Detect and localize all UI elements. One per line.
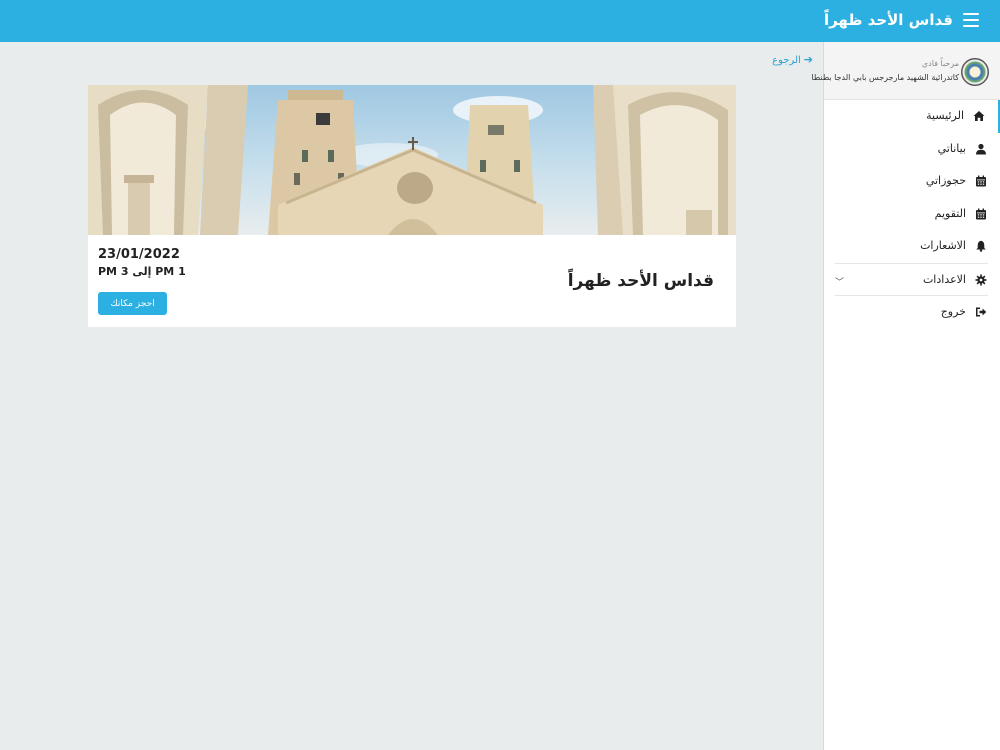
event-details: قداس الأحد ظهراً 23/01/2022 1 PM إلى 3 P… — [88, 235, 736, 327]
sidebar-item-notifications[interactable]: الاشعارات — [824, 230, 1000, 263]
sign-out-icon — [976, 307, 987, 317]
chevron-down-icon[interactable]: ﹀ — [835, 275, 844, 288]
sidebar-item-label: خروج — [940, 305, 966, 318]
back-link[interactable]: ➔الرجوع — [772, 53, 813, 66]
sidebar-item-calendar[interactable]: التقويم — [824, 198, 1000, 231]
event-date: 23/01/2022 — [98, 247, 180, 262]
menu-icon[interactable] — [963, 13, 979, 27]
profile-header: مرحباً فادي كاتدرائية الشهيد مارجرجس باب… — [811, 42, 1000, 100]
sidebar-item-bookings[interactable]: حجوزاتي — [824, 165, 1000, 198]
sidebar-menu: الرئيسية بياناتي حجوزاتي التقويم الاشعار… — [824, 100, 1000, 328]
sidebar-item-logout[interactable]: خروج — [835, 295, 988, 328]
sidebar-item-label: الرئيسية — [926, 109, 964, 122]
church-logo-avatar — [961, 58, 989, 86]
sidebar-item-label: بياناتي — [937, 141, 966, 155]
sidebar-item-label: حجوزاتي — [925, 174, 966, 187]
back-link-label: الرجوع — [772, 55, 801, 66]
sidebar-item-home[interactable]: الرئيسية — [824, 100, 1000, 133]
home-icon — [973, 111, 985, 121]
page-title: قداس الأحد ظهراً — [823, 11, 953, 29]
event-time: 1 PM إلى 3 PM — [98, 265, 186, 278]
greeting-text: مرحباً فادي — [921, 59, 959, 68]
calendar-icon — [976, 208, 986, 219]
arrow-right-icon: ➔ — [803, 53, 813, 66]
church-name: كاتدرائية الشهيد مارجرجس بابي الدجا بطنط… — [811, 73, 959, 82]
gear-icon — [975, 274, 987, 285]
event-title: قداس الأحد ظهراً — [567, 271, 714, 291]
calendar-icon — [976, 175, 986, 187]
church-illustration — [88, 85, 736, 235]
book-seat-button[interactable]: احجز مكانك — [98, 292, 167, 315]
user-icon — [976, 143, 986, 154]
sidebar-item-label: التقويم — [934, 206, 966, 220]
top-bar: قداس الأحد ظهراً — [0, 0, 1000, 42]
church-banner-image — [88, 85, 736, 235]
sidebar-item-settings[interactable]: الاعدادات ﹀ — [835, 262, 988, 296]
sidebar-item-label: الاعدادات — [922, 272, 966, 286]
bell-icon — [976, 240, 986, 252]
event-card: قداس الأحد ظهراً 23/01/2022 1 PM إلى 3 P… — [88, 85, 736, 327]
sidebar-item-profile[interactable]: بياناتي — [824, 133, 1000, 166]
sidebar-item-label: الاشعارات — [920, 239, 966, 252]
sidebar: مرحباً فادي كاتدرائية الشهيد مارجرجس باب… — [811, 42, 1000, 750]
